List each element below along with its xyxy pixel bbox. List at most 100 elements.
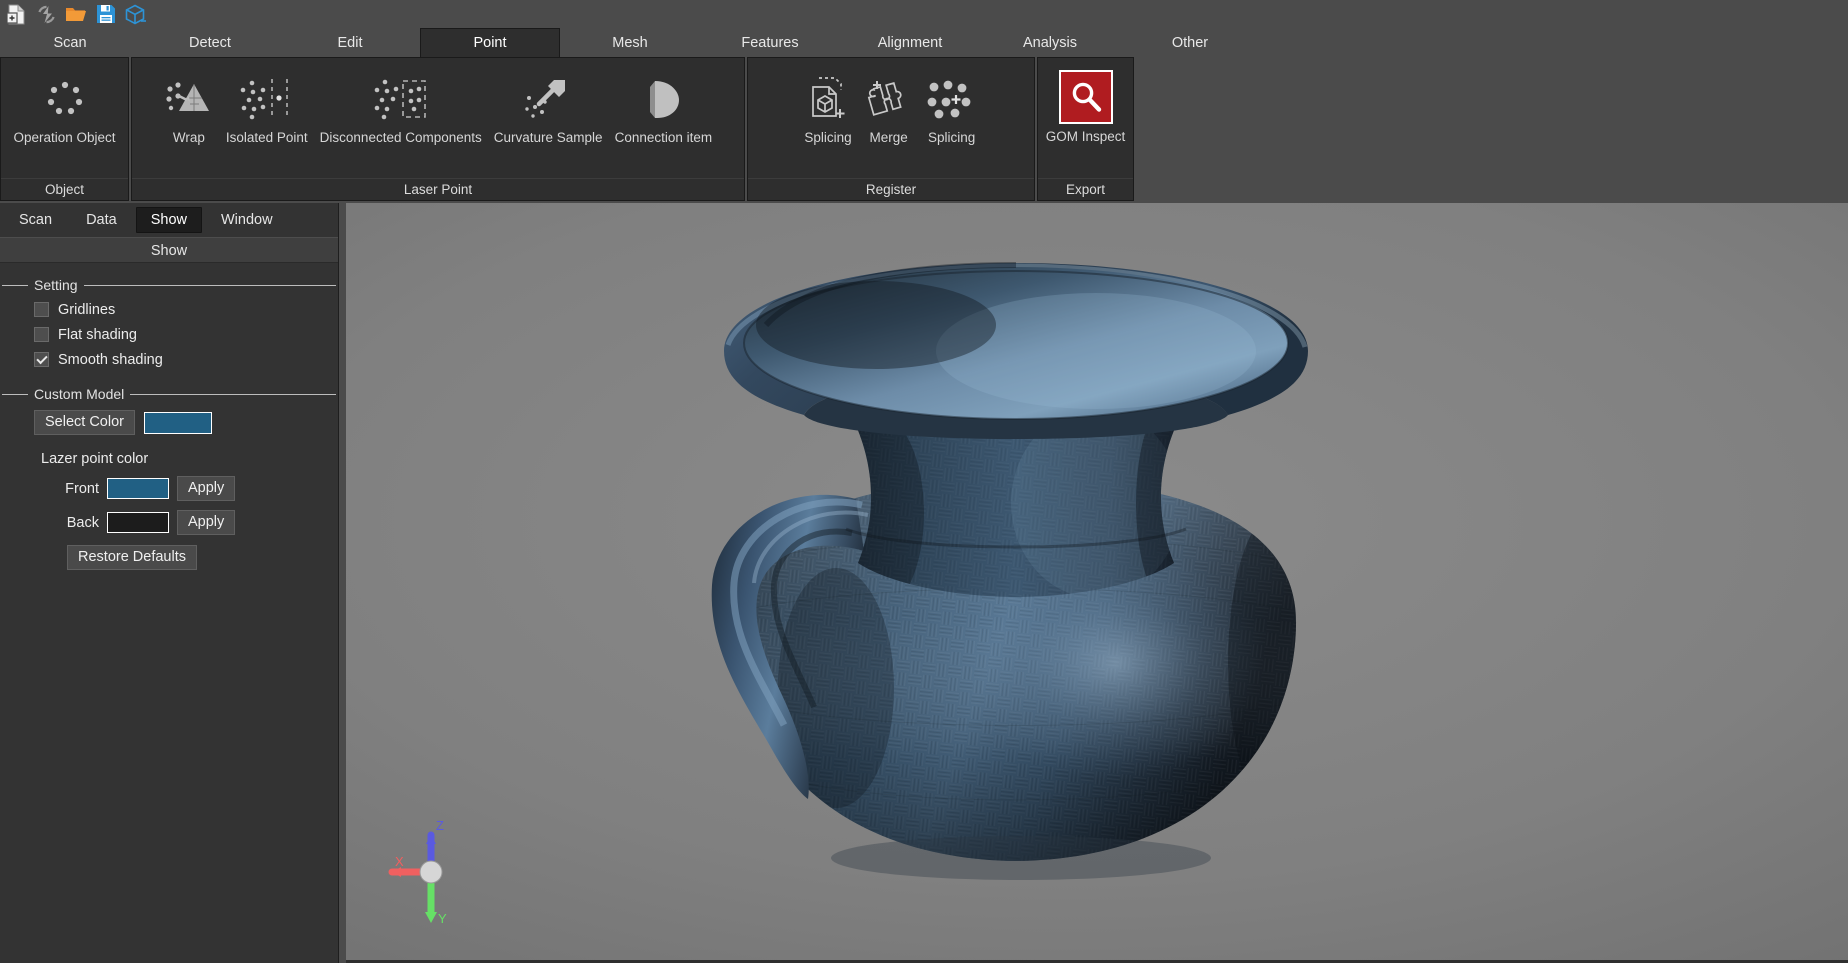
export-model-icon[interactable] — [124, 2, 148, 26]
setting-checkbox-list: Gridlines Flat shading Smooth shading — [2, 297, 336, 372]
select-color-button[interactable]: Select Color — [34, 410, 135, 435]
ribbon-button-label: GOM Inspect — [1045, 129, 1126, 144]
dock-tab-scan[interactable]: Scan — [4, 207, 67, 233]
ribbon-group-items: Operation Object — [1, 58, 128, 178]
front-apply-button[interactable]: Apply — [177, 476, 236, 501]
new-file-icon[interactable] — [4, 2, 28, 26]
ribbon-tab-detect[interactable]: Detect — [140, 28, 280, 57]
ribbon-button-disconnected-components[interactable]: Disconnected Components — [314, 68, 488, 145]
front-color-swatch[interactable] — [107, 478, 169, 499]
dock-tab-window[interactable]: Window — [206, 207, 288, 233]
axis-gizmo[interactable]: X Z Y — [376, 810, 486, 930]
application-window: Scan Detect Edit Point Mesh Features Alignment… — [0, 0, 1848, 963]
axis-x-label: X — [395, 854, 404, 869]
ribbon-group-object: Operation Object Object — [0, 57, 129, 201]
ribbon-button-label: Splicing — [928, 130, 976, 145]
scanned-pot-model[interactable] — [576, 233, 1456, 933]
ribbon-group-laser-point: Wrap Isolated Point Disconnected Compone… — [131, 57, 745, 201]
ribbon-group-register: Splicing Merge Splicing Register — [747, 57, 1035, 201]
save-icon[interactable] — [94, 2, 118, 26]
isolated-point-icon — [239, 70, 295, 128]
dock-tab-show[interactable]: Show — [135, 207, 202, 233]
dock-tab-strip: Scan Data Show Window — [0, 203, 338, 237]
ribbon-button-label: Wrap — [172, 130, 205, 145]
ribbon: Operation ObjectObject Wrap Isolated Po — [0, 57, 1848, 201]
ribbon-group-items: GOM Inspect — [1038, 58, 1133, 178]
back-label: Back — [66, 514, 99, 531]
checkbox-label: Gridlines — [58, 301, 116, 318]
checkbox-label: Smooth shading — [58, 351, 163, 368]
wrap-triangle-icon — [164, 70, 214, 128]
merge-puzzle-icon — [864, 70, 914, 128]
ribbon-button-wrap[interactable]: Wrap — [158, 68, 220, 145]
ribbon-button-label: Merge — [869, 130, 908, 145]
ribbon-button-curvature-sample[interactable]: Curvature Sample — [488, 68, 609, 145]
axis-z-label: Z — [436, 818, 444, 833]
restore-defaults-button[interactable]: Restore Defaults — [67, 545, 197, 570]
left-dock-panel: Scan Data Show Window Show Setting Gridline… — [0, 203, 339, 963]
ribbon-button-label: Curvature Sample — [493, 130, 603, 145]
ribbon-button-connection-item[interactable]: Connection item — [609, 68, 719, 145]
ribbon-tab-edit[interactable]: Edit — [280, 28, 420, 57]
disconnected-components-icon — [373, 70, 429, 128]
ribbon-tab-point[interactable]: Point — [420, 28, 560, 57]
custom-model-group-legend: Custom Model — [34, 386, 125, 402]
open-folder-icon[interactable] — [64, 2, 88, 26]
setting-group-legend: Setting — [34, 277, 78, 293]
checkbox-flat-shading[interactable] — [34, 327, 49, 342]
back-color-row: Back Apply — [2, 510, 336, 535]
dock-panel-title: Show — [0, 237, 338, 263]
ribbon-group-title: Object — [1, 178, 128, 200]
ribbon-button-label: Disconnected Components — [319, 130, 482, 145]
3d-viewport[interactable]: X Z Y — [346, 203, 1848, 960]
dock-panel-body: Setting Gridlines Flat shading Smooth shad… — [0, 263, 338, 578]
curvature-sample-icon — [523, 70, 573, 128]
ribbon-group-title: Laser Point — [132, 178, 744, 200]
ribbon-group-items: Wrap Isolated Point Disconnected Compone… — [132, 58, 744, 178]
ribbon-group-items: Splicing Merge Splicing — [748, 58, 1034, 178]
scan-refresh-icon[interactable] — [34, 2, 58, 26]
axis-origin-handle[interactable] — [419, 860, 443, 884]
dock-tab-data[interactable]: Data — [71, 207, 132, 233]
checkbox-smooth-shading[interactable] — [34, 352, 49, 367]
ribbon-tab-strip: Scan Detect Edit Point Mesh Features Alignment… — [0, 28, 1848, 57]
checkbox-gridlines[interactable] — [34, 302, 49, 317]
ribbon-tab-scan[interactable]: Scan — [0, 28, 140, 57]
back-color-swatch[interactable] — [107, 512, 169, 533]
ribbon-button-splicing[interactable]: Splicing — [920, 68, 984, 145]
ribbon-button-operation-object[interactable]: Operation Object — [7, 68, 121, 145]
ribbon-button-merge[interactable]: Merge — [858, 68, 920, 145]
lazer-point-color-label: Lazer point color — [41, 451, 149, 467]
connection-item-icon — [641, 70, 685, 128]
contact-shadow — [831, 836, 1211, 880]
ribbon-button-label: Operation Object — [13, 130, 116, 145]
ribbon-group-title: Export — [1038, 178, 1133, 200]
magnifier-icon — [1058, 70, 1113, 124]
ribbon-tab-alignment[interactable]: Alignment — [840, 28, 980, 57]
splicing-points-icon — [926, 70, 978, 128]
dock-splitter[interactable] — [339, 203, 346, 963]
select-color-row: Select Color — [2, 410, 336, 435]
ribbon-button-label: Isolated Point — [225, 130, 308, 145]
ribbon-button-isolated-point[interactable]: Isolated Point — [220, 68, 314, 145]
front-color-row: Front Apply — [2, 476, 336, 501]
ribbon-button-gom-inspect[interactable]: GOM Inspect — [1040, 68, 1132, 144]
ribbon-button-label: Splicing — [804, 130, 852, 145]
front-label: Front — [65, 480, 99, 497]
quick-access-toolbar — [0, 0, 1848, 28]
splicing-document-icon — [805, 70, 851, 128]
setting-group: Setting Gridlines Flat shading Smooth shad… — [2, 277, 336, 380]
back-apply-button[interactable]: Apply — [177, 510, 236, 535]
ribbon-button-splicing[interactable]: Splicing — [798, 68, 857, 145]
ribbon-tab-mesh[interactable]: Mesh — [560, 28, 700, 57]
ribbon-button-label: Connection item — [614, 130, 713, 145]
setting-row-smooth-shading: Smooth shading — [2, 347, 336, 372]
ribbon-groups: Operation ObjectObject Wrap Isolated Po — [0, 57, 1136, 201]
ribbon-tab-features[interactable]: Features — [700, 28, 840, 57]
setting-row-gridlines: Gridlines — [2, 297, 336, 322]
ribbon-tab-other[interactable]: Other — [1120, 28, 1260, 57]
checkbox-label: Flat shading — [58, 326, 137, 343]
model-color-swatch[interactable] — [143, 411, 212, 434]
ribbon-group-title: Register — [748, 178, 1034, 200]
ribbon-tab-analysis[interactable]: Analysis — [980, 28, 1120, 57]
